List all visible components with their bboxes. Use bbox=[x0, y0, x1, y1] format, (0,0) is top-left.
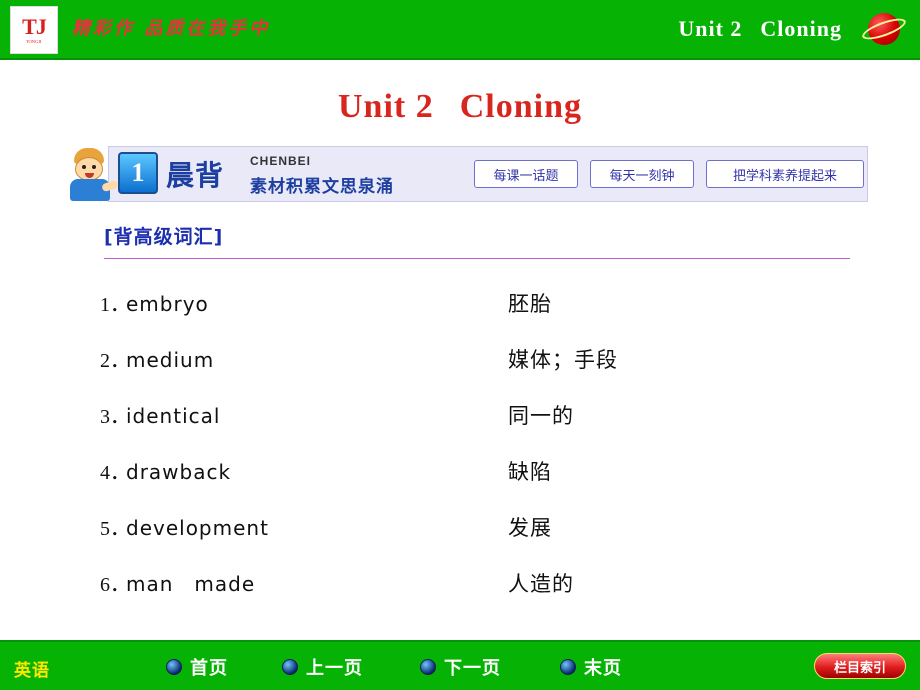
nav-previous-page-label: 上一页 bbox=[306, 658, 363, 679]
vocabulary-list: 1． embryo 胚胎 2． medium 媒体；手段 3． identica… bbox=[100, 288, 860, 624]
vocab-number: 6． bbox=[100, 574, 130, 596]
vocab-english: identical bbox=[126, 404, 221, 428]
nav-next-page[interactable]: 下一页 bbox=[420, 654, 501, 680]
nav-last-page-label: 末页 bbox=[584, 658, 622, 679]
logo-sub-text: TONGJI bbox=[26, 39, 42, 45]
vocab-chinese: 媒体；手段 bbox=[508, 348, 618, 372]
vocab-number: 1． bbox=[100, 294, 130, 316]
vocab-number: 2． bbox=[100, 350, 130, 372]
brand-slogan: 精彩作 品质在我手中 bbox=[72, 18, 271, 39]
section-banner: 1 晨背 CHENBEI 素材积累文思泉涌 每课一话题 每天一刻钟 把学科素养提… bbox=[62, 146, 868, 202]
nav-last-page[interactable]: 末页 bbox=[560, 654, 622, 680]
slide-page: TJ TONGJI 精彩作 品质在我手中 Unit 2 Cloning Unit … bbox=[0, 0, 920, 690]
vocab-number: 5． bbox=[100, 518, 130, 540]
list-item: 4． drawback 缺陷 bbox=[100, 456, 860, 512]
footer-subject-label: 英语 bbox=[14, 661, 50, 681]
banner-chip-3[interactable]: 把学科素养提起来 bbox=[706, 160, 864, 188]
banner-chip-1[interactable]: 每课一话题 bbox=[474, 160, 578, 188]
list-item: 6． man made 人造的 bbox=[100, 568, 860, 624]
nav-first-page-label: 首页 bbox=[190, 658, 228, 679]
publisher-logo: TJ TONGJI bbox=[10, 6, 58, 54]
list-item: 3． identical 同一的 bbox=[100, 400, 860, 456]
page-title-unit-number: Unit 2 bbox=[338, 88, 434, 125]
nav-previous-page[interactable]: 上一页 bbox=[282, 654, 363, 680]
section-heading: [背高级词汇] bbox=[104, 226, 224, 248]
vocab-english: development bbox=[126, 516, 269, 540]
banner-chip-2[interactable]: 每天一刻钟 bbox=[590, 160, 694, 188]
section-number-badge: 1 bbox=[118, 152, 158, 194]
vocab-english: embryo bbox=[126, 292, 209, 316]
vocab-number: 4． bbox=[100, 462, 130, 484]
footer-bar: 英语 首页 上一页 下一页 末页 栏目索引 bbox=[0, 640, 920, 690]
section-divider bbox=[104, 258, 850, 259]
section-label-cn: 晨背 bbox=[166, 159, 225, 192]
nav-first-page[interactable]: 首页 bbox=[166, 654, 228, 680]
bullet-icon bbox=[560, 659, 576, 675]
bullet-icon bbox=[420, 659, 436, 675]
nav-next-page-label: 下一页 bbox=[444, 658, 501, 679]
header-unit-title: Unit 2 Cloning bbox=[678, 16, 842, 42]
column-index-button[interactable]: 栏目索引 bbox=[814, 653, 906, 679]
vocab-chinese: 胚胎 bbox=[508, 292, 552, 316]
planet-icon bbox=[859, 10, 909, 50]
header-unit-number: Unit 2 bbox=[678, 16, 743, 41]
section-label-pinyin: CHENBEI bbox=[250, 154, 312, 168]
bullet-icon bbox=[166, 659, 182, 675]
section-slogan: 素材积累文思泉涌 bbox=[250, 177, 394, 197]
list-item: 2． medium 媒体；手段 bbox=[100, 344, 860, 400]
vocab-english: man made bbox=[126, 572, 256, 596]
header-unit-name: Cloning bbox=[760, 16, 842, 41]
vocab-english: medium bbox=[126, 348, 215, 372]
logo-mark-text: TJ bbox=[22, 13, 47, 39]
page-title: Unit 2 Cloning bbox=[0, 88, 920, 126]
page-title-unit-name: Cloning bbox=[459, 88, 582, 125]
list-item: 5． development 发展 bbox=[100, 512, 860, 568]
vocab-chinese: 同一的 bbox=[508, 404, 574, 428]
vocab-chinese: 发展 bbox=[508, 516, 552, 540]
vocab-chinese: 人造的 bbox=[508, 572, 574, 596]
header-bar: TJ TONGJI 精彩作 品质在我手中 Unit 2 Cloning bbox=[0, 0, 920, 60]
list-item: 1． embryo 胚胎 bbox=[100, 288, 860, 344]
vocab-english: drawback bbox=[126, 460, 232, 484]
vocab-chinese: 缺陷 bbox=[508, 460, 552, 484]
vocab-number: 3． bbox=[100, 406, 130, 428]
cartoon-boy-icon bbox=[62, 148, 120, 202]
bullet-icon bbox=[282, 659, 298, 675]
